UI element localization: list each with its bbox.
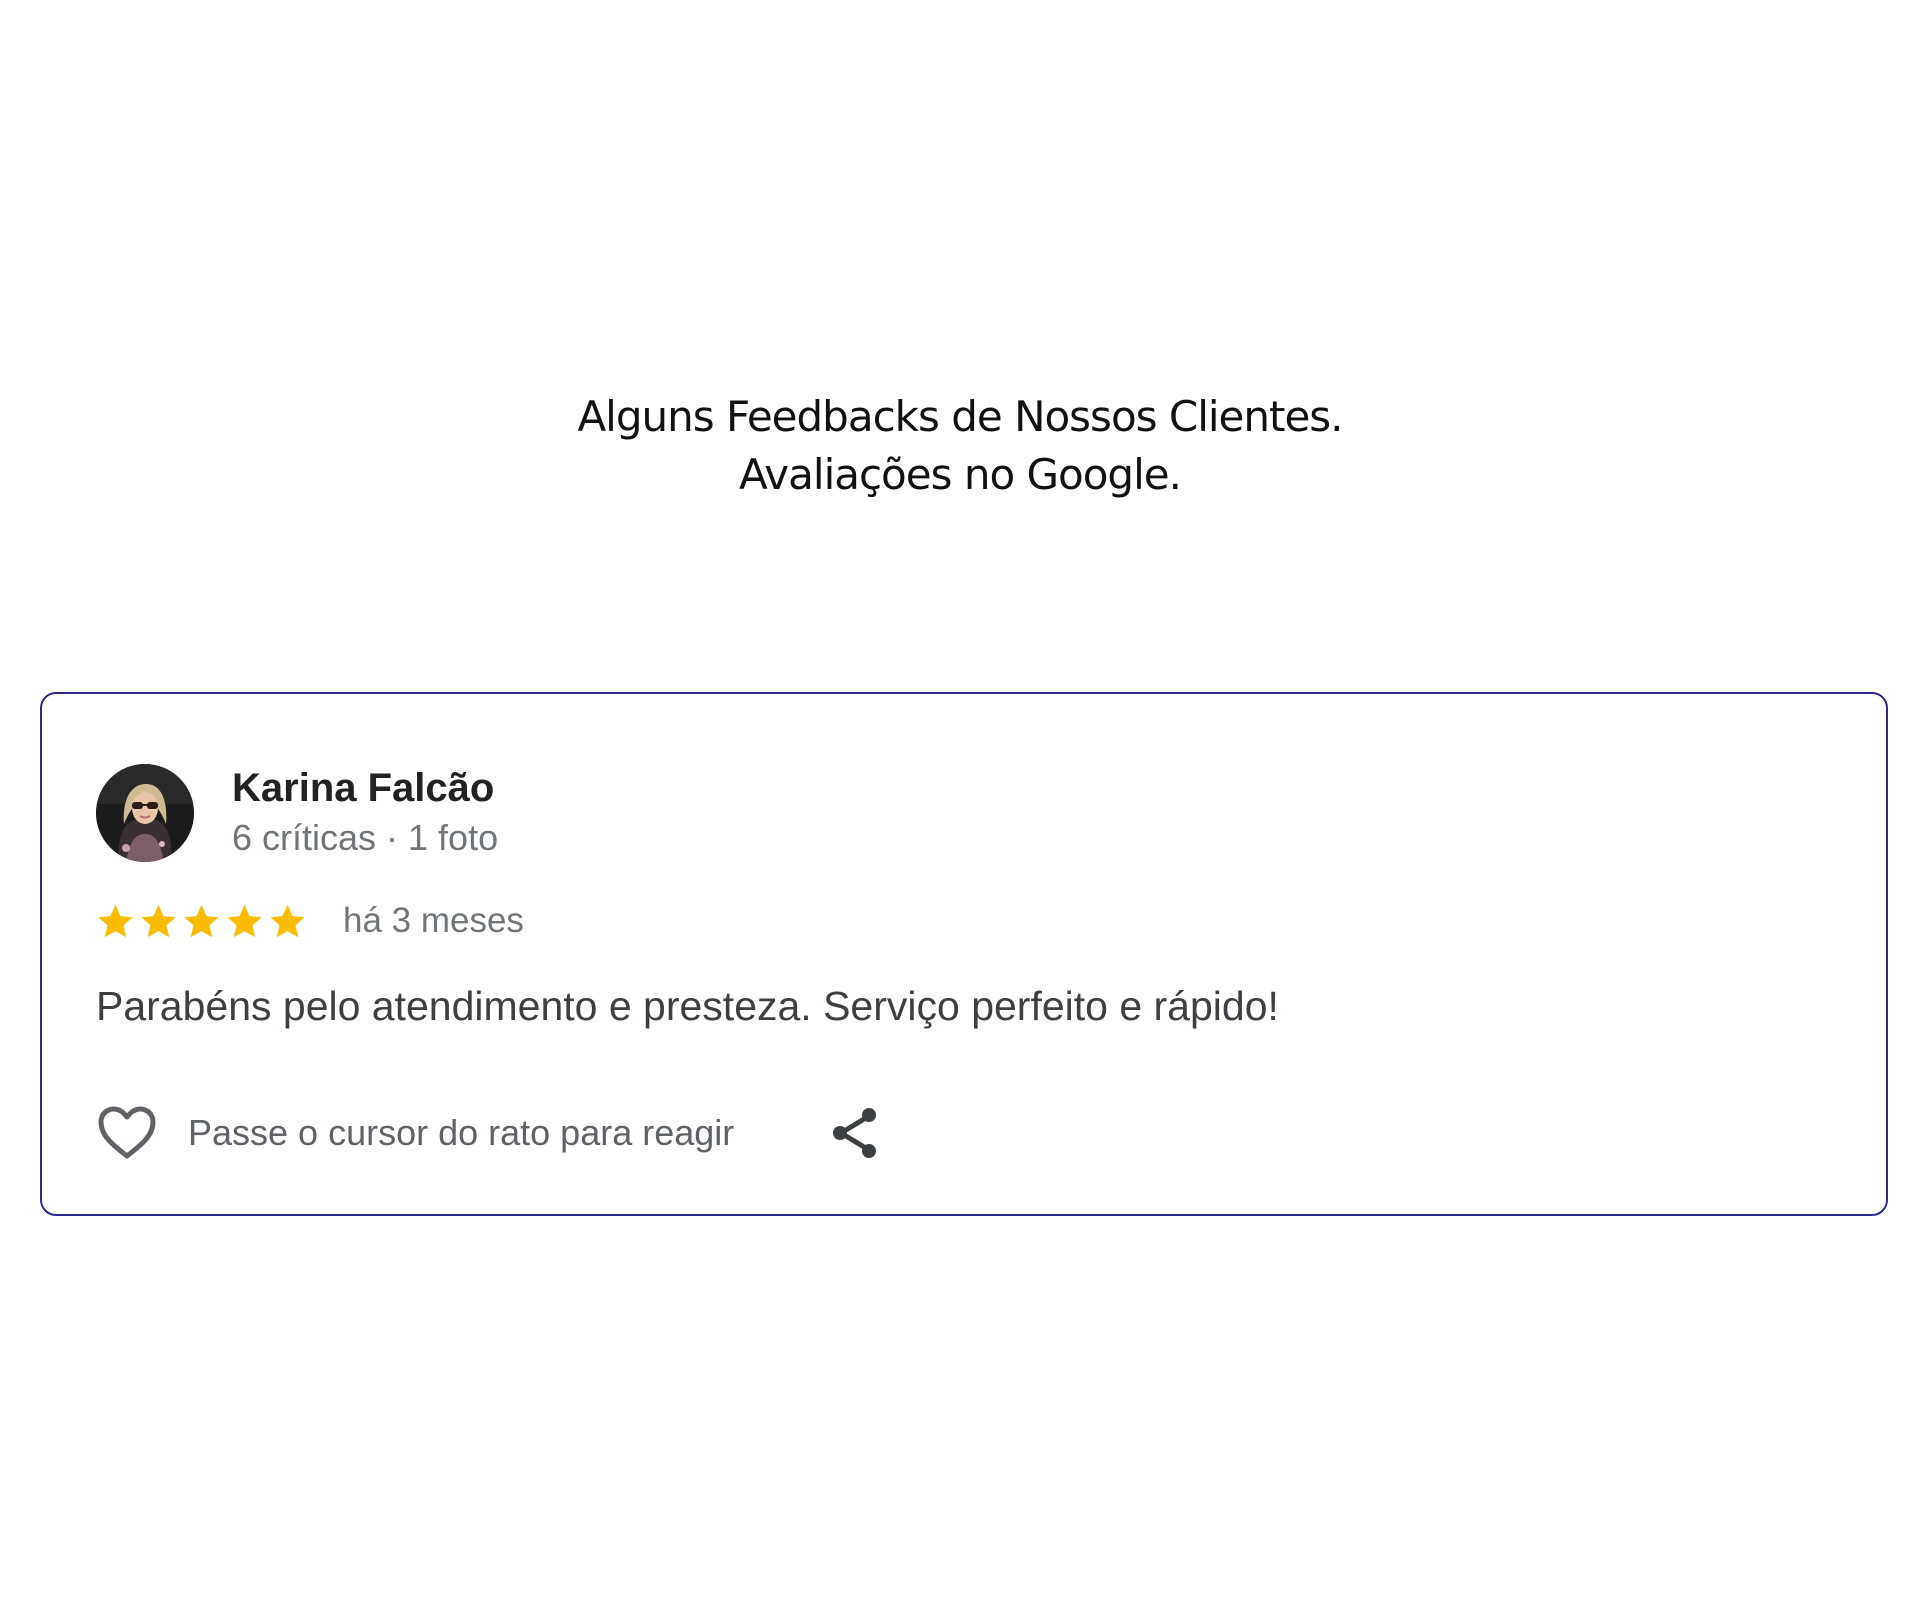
star-icon <box>227 904 262 937</box>
star-rating <box>96 902 307 941</box>
reviewer-name[interactable]: Karina Falcão <box>232 764 494 812</box>
avatar-photo-icon <box>96 764 194 862</box>
review-card: Karina Falcão 6 críticas · 1 foto há 3 m… <box>40 692 1888 1216</box>
share-button[interactable] <box>828 1104 882 1162</box>
share-icon <box>833 1108 877 1158</box>
star-icon <box>270 904 305 937</box>
star-icon <box>184 904 219 937</box>
section-heading: Alguns Feedbacks de Nossos Clientes. Ava… <box>0 388 1920 504</box>
heading-line-2: Avaliações no Google. <box>739 450 1182 499</box>
heart-icon <box>98 1106 156 1159</box>
reaction-hint: Passe o cursor do rato para reagir <box>188 1112 735 1153</box>
review-text: Parabéns pelo atendimento e presteza. Se… <box>96 983 1279 1029</box>
star-icon <box>141 904 176 937</box>
review-age: há 3 meses <box>343 901 524 940</box>
avatar[interactable] <box>96 764 194 862</box>
react-button[interactable] <box>96 1104 158 1162</box>
heading-line-1: Alguns Feedbacks de Nossos Clientes. <box>577 392 1343 441</box>
star-icon <box>98 904 133 937</box>
rating-row: há 3 meses <box>96 896 524 946</box>
reaction-bar: Passe o cursor do rato para reagir <box>96 1102 882 1164</box>
reviewer-meta: 6 críticas · 1 foto <box>232 817 499 858</box>
